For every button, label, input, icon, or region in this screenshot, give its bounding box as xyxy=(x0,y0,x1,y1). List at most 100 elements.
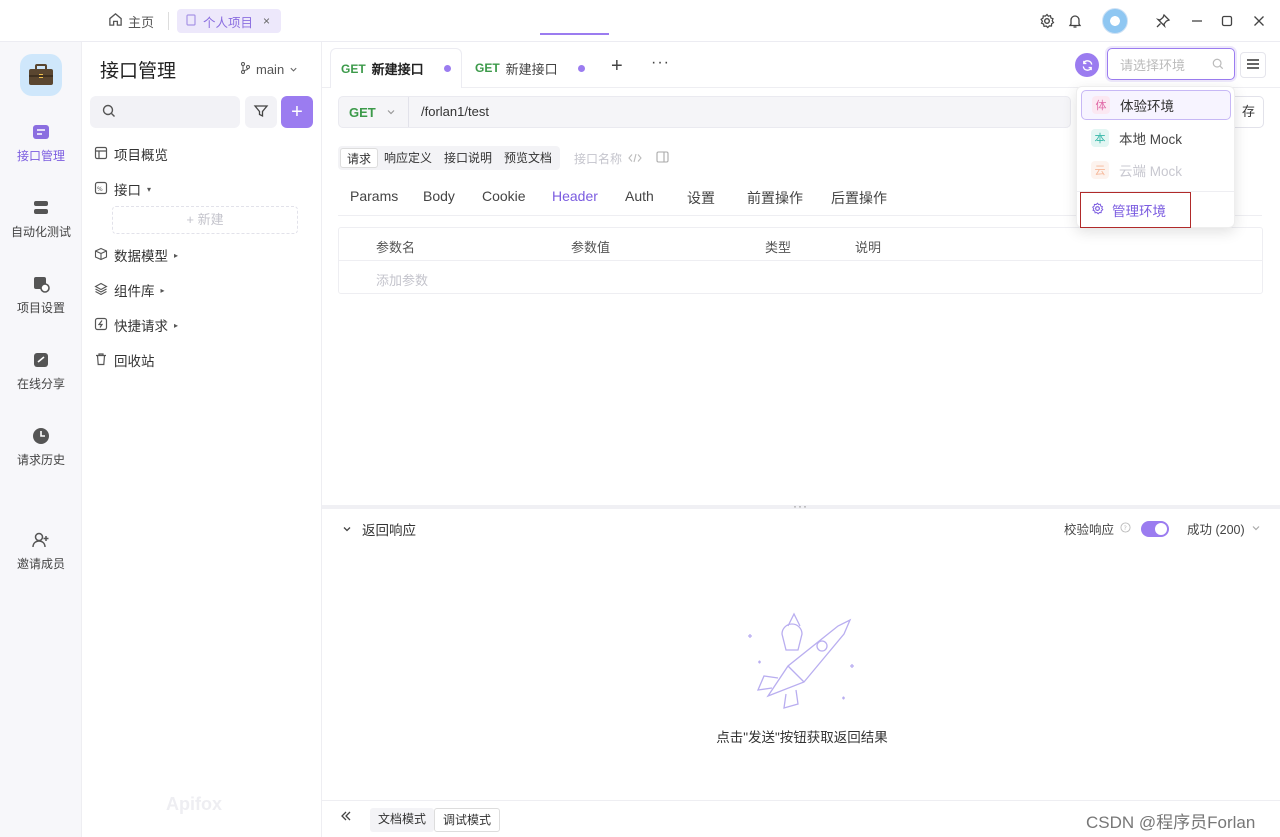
settings-icon[interactable] xyxy=(1037,11,1057,31)
rail-item-automation[interactable]: 自动化测试 xyxy=(0,198,82,240)
user-avatar[interactable] xyxy=(1102,8,1128,34)
tree-item-components[interactable]: 组件库 ▸ xyxy=(94,279,165,301)
document-icon xyxy=(185,13,197,29)
add-button[interactable]: + xyxy=(281,96,313,128)
rail-item-settings[interactable]: 项目设置 xyxy=(0,274,82,316)
doc-mode-button[interactable]: 文档模式 xyxy=(370,808,435,832)
tab-method: GET xyxy=(341,61,366,76)
chevron-down-icon xyxy=(342,522,352,537)
env-option-experience[interactable]: 体 体验环境 xyxy=(1081,90,1231,120)
tree-label: 数据模型 xyxy=(114,249,168,264)
tree-item-models[interactable]: 数据模型 ▸ xyxy=(94,244,178,266)
home-icon xyxy=(108,12,123,30)
tab-name: 新建接口 xyxy=(371,62,424,77)
env-select-input[interactable]: 请选择环境 xyxy=(1107,48,1235,80)
validate-toggle[interactable] xyxy=(1141,520,1170,537)
trash-icon xyxy=(94,352,108,369)
method-select[interactable]: GET xyxy=(339,97,409,127)
search-icon xyxy=(1212,58,1224,73)
new-api-button[interactable]: + 新建 xyxy=(112,206,298,234)
project-tab-label: 个人项目 xyxy=(203,15,254,30)
manage-env-button[interactable]: 管理环境 xyxy=(1080,192,1191,228)
home-tab[interactable]: 主页 xyxy=(108,10,154,32)
subtab-response-def[interactable]: 响应定义 xyxy=(378,148,438,168)
request-tab[interactable]: GET 新建接口 xyxy=(465,48,595,88)
svg-text:?: ? xyxy=(1123,524,1126,532)
filter-button[interactable] xyxy=(245,96,277,128)
more-tabs-icon[interactable]: ··· xyxy=(651,54,670,72)
request-subtabs: 请求 响应定义 接口说明 预览文档 xyxy=(338,146,561,170)
project-tab[interactable]: 个人项目 × xyxy=(177,9,281,33)
rail-item-api[interactable]: 接口管理 xyxy=(0,122,82,164)
caret-right-icon: ▸ xyxy=(174,320,179,330)
maximize-icon[interactable] xyxy=(1217,11,1237,31)
close-window-icon[interactable] xyxy=(1249,11,1269,31)
bell-icon[interactable] xyxy=(1065,11,1085,31)
env-refresh-icon[interactable] xyxy=(1075,53,1099,77)
branch-selector[interactable]: main xyxy=(240,62,298,77)
tree-item-quick-request[interactable]: 快捷请求 ▸ xyxy=(94,314,178,336)
tab-body[interactable]: Body xyxy=(423,188,455,204)
tab-settings[interactable]: 设置 xyxy=(687,188,715,208)
pin-icon[interactable] xyxy=(1153,11,1173,31)
url-input[interactable]: /forlan1/test xyxy=(421,104,489,119)
tab-header[interactable]: Header xyxy=(552,188,598,204)
rail-item-share[interactable]: 在线分享 xyxy=(0,350,82,392)
subtab-api-desc[interactable]: 接口说明 xyxy=(438,148,498,168)
tab-auth[interactable]: Auth xyxy=(625,188,654,204)
rail-label-history: 请求历史 xyxy=(16,453,65,467)
empty-response-text: 点击"发送"按钮获取返回结果 xyxy=(716,730,888,745)
rocket-illustration-icon xyxy=(738,606,862,713)
sidebar-search-input[interactable] xyxy=(90,96,240,128)
env-option-local-mock[interactable]: 本 本地 Mock xyxy=(1081,123,1231,153)
close-tab-icon[interactable]: × xyxy=(263,14,270,28)
api-icon xyxy=(31,122,51,142)
env-option-cloud-mock: 云 云端 Mock xyxy=(1081,155,1231,185)
env-badge: 云 xyxy=(1091,161,1109,179)
rail-item-history[interactable]: 请求历史 xyxy=(0,426,82,468)
menu-button[interactable] xyxy=(1240,52,1266,78)
branch-label: main xyxy=(256,62,285,77)
col-description: 说明 xyxy=(855,240,882,255)
title-bar: 主页 个人项目 × xyxy=(0,0,1280,42)
collapse-left-icon[interactable] xyxy=(340,810,352,825)
tree-item-overview[interactable]: 项目概览 xyxy=(94,143,168,165)
tree-label: 组件库 xyxy=(114,284,155,299)
caret-right-icon: ▸ xyxy=(160,285,165,295)
tab-params[interactable]: Params xyxy=(350,188,398,204)
api-name-placeholder: 接口名称 xyxy=(574,152,623,166)
help-icon[interactable]: ? xyxy=(1120,521,1131,536)
api-folder-icon: % xyxy=(94,181,108,198)
subtab-request[interactable]: 请求 xyxy=(340,148,379,168)
gear-icon xyxy=(1091,202,1104,218)
app-logo[interactable] xyxy=(20,54,62,96)
request-tab-active[interactable]: GET 新建接口 xyxy=(330,48,462,88)
subtab-preview-doc[interactable]: 预览文档 xyxy=(498,148,558,168)
tree-item-api[interactable]: % 接口 ▾ xyxy=(94,178,151,200)
split-view-icon[interactable] xyxy=(656,151,669,166)
tab-pre-ops[interactable]: 前置操作 xyxy=(747,188,803,208)
history-icon xyxy=(31,426,51,446)
rail-item-invite[interactable]: 邀请成员 xyxy=(0,530,82,572)
api-name-input[interactable]: 接口名称 xyxy=(574,150,669,167)
debug-mode-button[interactable]: 调试模式 xyxy=(434,808,501,832)
minimize-icon[interactable] xyxy=(1187,11,1207,31)
add-param-input[interactable]: 添加参数 xyxy=(376,270,428,289)
tab-post-ops[interactable]: 后置操作 xyxy=(831,188,887,208)
component-icon xyxy=(94,282,108,299)
tree-label: 回收站 xyxy=(114,354,155,369)
tab-cookie[interactable]: Cookie xyxy=(482,188,526,204)
tree-item-trash[interactable]: 回收站 xyxy=(94,349,155,371)
new-tab-plus-icon[interactable]: + xyxy=(611,56,623,76)
watermark-logo: Apifox xyxy=(166,794,222,814)
response-title: 返回响应 xyxy=(362,523,416,538)
env-option-label: 云端 Mock xyxy=(1119,164,1183,179)
env-badge: 体 xyxy=(1092,96,1110,114)
response-status-select[interactable]: 成功 (200) xyxy=(1187,519,1245,538)
table-header: 参数名 参数值 类型 说明 xyxy=(339,228,1262,261)
active-tab-indicator xyxy=(540,33,609,35)
response-header[interactable]: 返回响应 xyxy=(342,519,416,539)
drag-handle-icon[interactable]: ··· xyxy=(793,499,808,513)
col-param-value: 参数值 xyxy=(571,240,611,255)
tree-label: 快捷请求 xyxy=(114,319,168,334)
